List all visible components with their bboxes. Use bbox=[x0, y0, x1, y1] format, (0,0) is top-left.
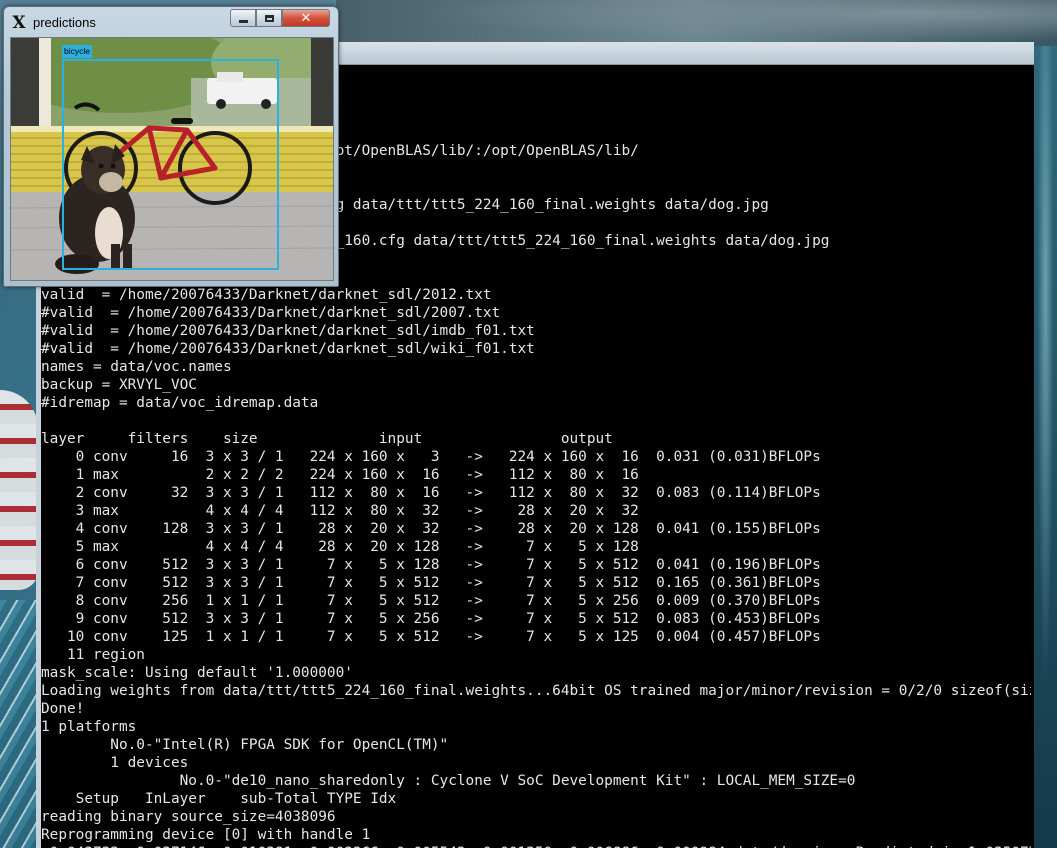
wallpaper-boat-wake bbox=[0, 600, 40, 848]
terminal-line: layer filters size input output bbox=[41, 431, 613, 447]
terminal-line: 1 max 2 x 2 / 2 224 x 160 x 16 -> 112 x … bbox=[41, 467, 639, 483]
terminal-line: 2 conv 32 3 x 3 / 1 112 x 80 x 16 -> 112… bbox=[41, 485, 821, 501]
minimize-button[interactable] bbox=[230, 9, 256, 27]
terminal-line: mask_scale: Using default '1.000000' bbox=[41, 665, 353, 681]
detection-bounding-box bbox=[62, 59, 279, 270]
terminal-line: 9 conv 512 3 x 3 / 1 7 x 5 x 256 -> 7 x … bbox=[41, 611, 821, 627]
terminal-line: No.0-"de10_nano_sharedonly : Cyclone V S… bbox=[41, 773, 856, 789]
terminal-line: Setup InLayer sub-Total TYPE Idx bbox=[41, 791, 397, 807]
terminal-line: 4 conv 128 3 x 3 / 1 28 x 20 x 32 -> 28 … bbox=[41, 521, 821, 537]
terminal-line: Reprogramming device [0] with handle 1 bbox=[41, 827, 371, 843]
terminal-line: 8 conv 256 1 x 1 / 1 7 x 5 x 512 -> 7 x … bbox=[41, 593, 821, 609]
terminal-line: backup = XRVYL_VOC bbox=[41, 377, 197, 393]
terminal-line: #valid = /home/20076433/Darknet/darknet_… bbox=[41, 305, 501, 321]
terminal-line: 0.043733 0.037146 0.010381 0.003366 0.00… bbox=[41, 844, 1031, 848]
terminal-line: 6 conv 512 3 x 3 / 1 7 x 5 x 128 -> 7 x … bbox=[41, 557, 821, 573]
close-icon: ✕ bbox=[300, 10, 312, 26]
x-window-icon: X bbox=[12, 13, 26, 33]
prediction-image: bicycle bbox=[10, 37, 334, 281]
terminal-line: #idremap = data/voc_idremap.data bbox=[41, 395, 319, 411]
terminal-line: 10 conv 125 1 x 1 / 1 7 x 5 x 512 -> 7 x… bbox=[41, 629, 821, 645]
maximize-button[interactable] bbox=[256, 9, 282, 27]
terminal-line: 11 region bbox=[41, 647, 145, 663]
terminal-line: Loading weights from data/ttt/ttt5_224_1… bbox=[41, 683, 1031, 699]
maximize-icon bbox=[264, 14, 274, 22]
terminal-line: 5 max 4 x 4 / 4 28 x 20 x 128 -> 7 x 5 x… bbox=[41, 539, 639, 555]
terminal-line: valid = /home/20076433/Darknet/darknet_s… bbox=[41, 287, 492, 303]
terminal-line: names = data/voc.names bbox=[41, 359, 232, 375]
terminal-line: #valid = /home/20076433/Darknet/darknet_… bbox=[41, 323, 535, 339]
wallpaper-sea bbox=[1034, 46, 1057, 848]
terminal-line: 1 platforms bbox=[41, 719, 137, 735]
terminal-line: 7 conv 512 3 x 3 / 1 7 x 5 x 512 -> 7 x … bbox=[41, 575, 821, 591]
terminal-line: 1 devices bbox=[41, 755, 189, 771]
terminal-line: 0 conv 16 3 x 3 / 1 224 x 160 x 3 -> 224… bbox=[41, 449, 821, 465]
wallpaper-boat bbox=[0, 390, 38, 590]
predictions-window[interactable]: X predictions ✕ bicycle bbox=[3, 6, 339, 287]
terminal-line: 3 max 4 x 4 / 4 112 x 80 x 32 -> 28 x 20… bbox=[41, 503, 639, 519]
terminal-line: reading binary source_size=4038096 bbox=[41, 809, 336, 825]
terminal-line: #valid = /home/20076433/Darknet/darknet_… bbox=[41, 341, 535, 357]
close-button[interactable]: ✕ bbox=[282, 9, 330, 27]
terminal-line: Done! bbox=[41, 701, 85, 717]
wallpaper-sky bbox=[336, 0, 1057, 46]
window-title: predictions bbox=[33, 15, 96, 30]
predictions-titlebar[interactable]: X predictions ✕ bbox=[4, 7, 338, 37]
minimize-icon bbox=[238, 19, 248, 23]
detection-label: bicycle bbox=[62, 45, 92, 58]
terminal-line: No.0-"Intel(R) FPGA SDK for OpenCL(TM)" bbox=[41, 737, 449, 753]
